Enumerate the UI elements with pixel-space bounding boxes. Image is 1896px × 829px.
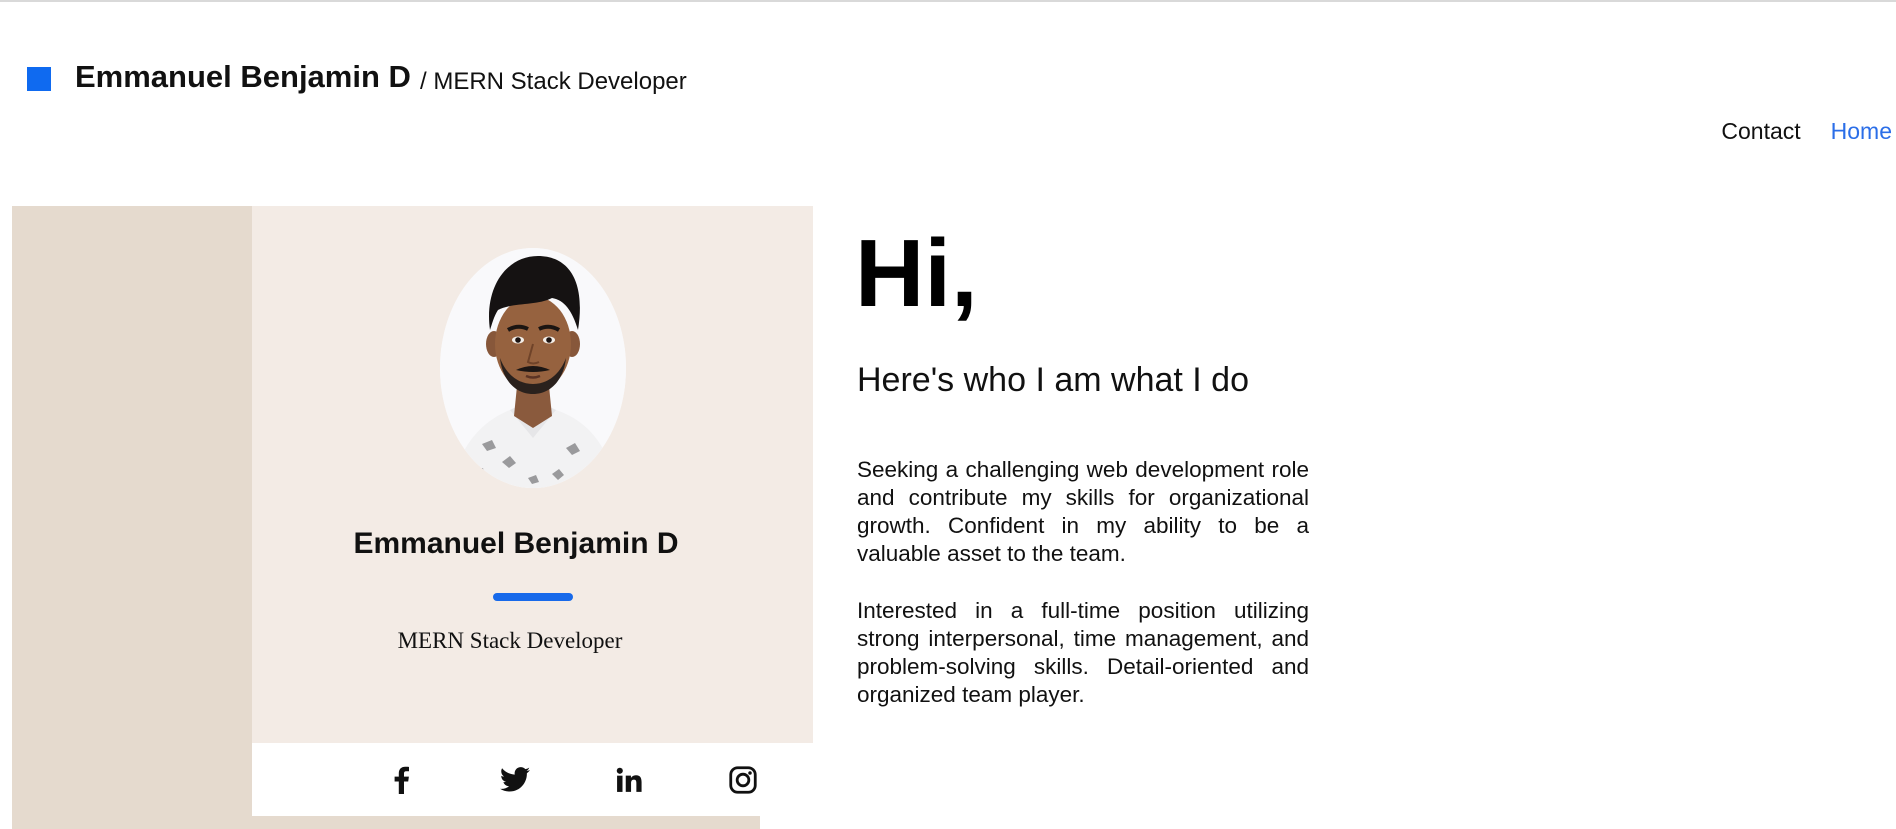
hero-paragraph-interests: Interested in a full-time position utili… [857,598,1309,707]
twitter-icon[interactable] [458,743,572,816]
hero-greeting: Hi, [855,220,978,327]
instagram-icon[interactable] [686,743,800,816]
hero-subtitle: Here's who I am what I do [857,361,1249,399]
profile-name: Emmanuel Benjamin D [353,527,679,560]
portrait-photo-icon [440,248,626,488]
main-nav: Contact Home [1721,118,1892,145]
linkedin-icon[interactable] [572,743,686,816]
name-underline-divider [493,593,573,601]
facebook-icon[interactable] [344,743,458,816]
site-title[interactable]: Emmanuel Benjamin D [75,59,411,95]
avatar [440,248,626,488]
nav-link-contact[interactable]: Contact [1721,118,1800,145]
nav-link-home[interactable]: Home [1831,118,1892,145]
hero-paragraph-objective: Seeking a challenging web development ro… [857,457,1309,566]
top-border [0,0,1896,2]
profile-role: MERN Stack Developer [397,628,623,653]
site-tagline: / MERN Stack Developer [420,68,687,95]
social-links-bar [252,743,813,816]
logo-square-icon [27,67,51,91]
